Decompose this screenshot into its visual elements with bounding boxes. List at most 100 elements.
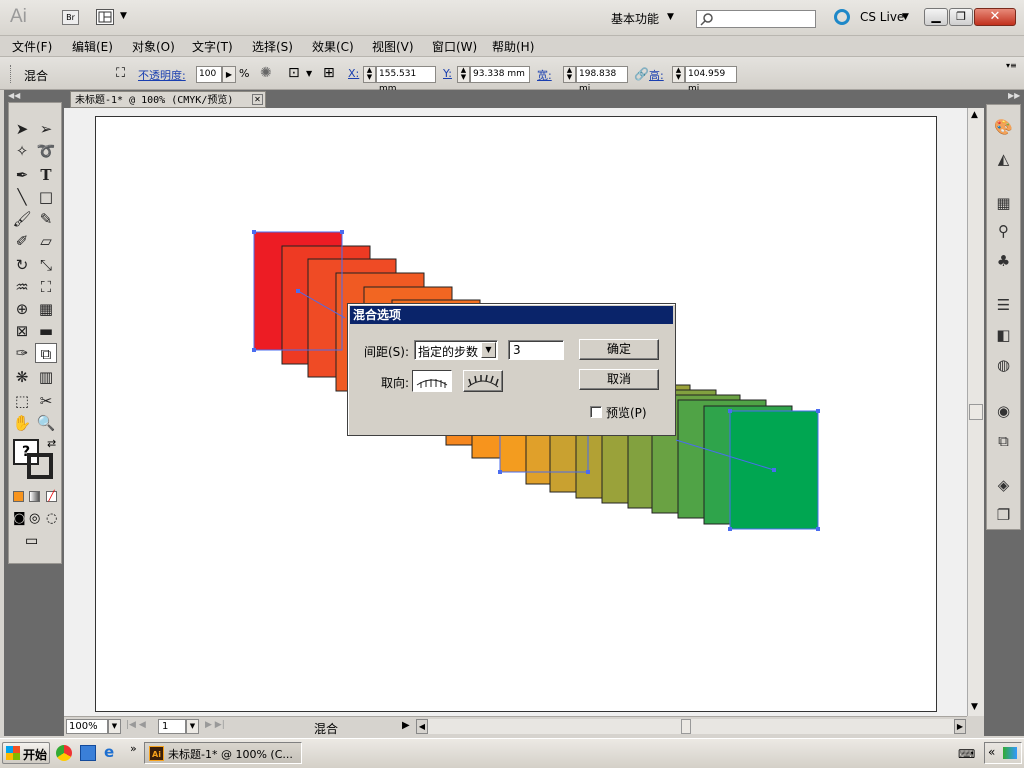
blob-brush-tool-icon[interactable]: ✐ bbox=[11, 231, 33, 251]
close-tab-icon[interactable]: ✕ bbox=[252, 94, 263, 105]
chevron-down-icon[interactable]: ▼ bbox=[902, 12, 909, 22]
x-stepper[interactable]: ▲ ▼ bbox=[363, 66, 376, 83]
chevron-down-icon[interactable]: ▼ bbox=[120, 11, 127, 21]
align-to-path-button[interactable] bbox=[463, 370, 503, 392]
opacity-label[interactable]: 不透明度: bbox=[138, 67, 186, 83]
swap-fill-stroke-icon[interactable]: ⇄ bbox=[47, 437, 56, 450]
height-field[interactable]: 104.959 mi bbox=[685, 66, 737, 94]
pen-tool-icon[interactable]: ✒ bbox=[11, 165, 33, 185]
keyboard-icon[interactable]: ⌨ bbox=[958, 747, 975, 761]
horizontal-scrollbar[interactable] bbox=[428, 719, 954, 734]
menu-select[interactable]: 选择(S) bbox=[252, 38, 293, 55]
menu-edit[interactable]: 编辑(E) bbox=[72, 38, 113, 55]
opacity-dropdown[interactable]: ▶ bbox=[222, 66, 236, 83]
recolor-icon[interactable]: ✺ bbox=[260, 65, 272, 81]
shape-builder-tool-icon[interactable]: ⊕ bbox=[11, 299, 33, 319]
y-stepper[interactable]: ▲ ▼ bbox=[457, 66, 470, 83]
height-label[interactable]: 高: bbox=[649, 67, 664, 83]
gradient-mode-icon[interactable] bbox=[29, 491, 40, 502]
x-label[interactable]: X: bbox=[348, 67, 359, 80]
blend-tool-icon[interactable]: ⧉ bbox=[35, 343, 57, 363]
hand-tool-icon[interactable]: ✋ bbox=[11, 413, 33, 433]
lasso-tool-icon[interactable]: ➰ bbox=[35, 141, 57, 161]
slice-tool-icon[interactable]: ✂ bbox=[35, 391, 57, 411]
direct-selection-tool-icon[interactable]: ➢ bbox=[35, 119, 57, 139]
menu-help[interactable]: 帮助(H) bbox=[492, 38, 534, 55]
width-field[interactable]: 198.838 mi bbox=[576, 66, 628, 94]
spacing-select[interactable]: 指定的步数 ▼ bbox=[414, 340, 498, 360]
cancel-button[interactable]: 取消 bbox=[579, 369, 659, 390]
panel-menu-icon[interactable]: ▾≡ bbox=[1006, 61, 1017, 70]
layers-panel-icon[interactable]: ◈ bbox=[987, 473, 1020, 497]
transform-icon[interactable]: ⊡ bbox=[288, 65, 300, 81]
rotate-tool-icon[interactable]: ↻ bbox=[11, 255, 33, 275]
search-input[interactable] bbox=[696, 10, 816, 28]
scale-tool-icon[interactable]: ⤡ bbox=[35, 255, 57, 275]
ok-button[interactable]: 确定 bbox=[579, 339, 659, 360]
dialog-title[interactable]: 混合选项 bbox=[350, 306, 673, 324]
vertical-scroll-thumb[interactable] bbox=[969, 404, 983, 420]
steps-input[interactable]: 3 bbox=[508, 340, 564, 360]
color-panel-icon[interactable]: 🎨 bbox=[987, 115, 1020, 139]
align-icon[interactable]: ⛶ bbox=[116, 66, 125, 81]
network-icon[interactable] bbox=[1003, 747, 1017, 759]
menu-window[interactable]: 窗口(W) bbox=[432, 38, 477, 55]
reference-point-icon[interactable]: ⊞ bbox=[323, 65, 335, 81]
minimize-button[interactable]: ▁ bbox=[924, 8, 948, 26]
swatches-panel-icon[interactable]: ▦ bbox=[987, 191, 1020, 215]
none-mode-icon[interactable]: ╱ bbox=[46, 491, 57, 502]
width-label[interactable]: 宽: bbox=[537, 67, 552, 83]
tab-document[interactable]: 未标题-1* @ 100% (CMYK/预览) ✕ bbox=[70, 91, 266, 108]
pencil-tool-icon[interactable]: ✎ bbox=[35, 209, 57, 229]
align-to-page-button[interactable] bbox=[412, 370, 452, 392]
artboard-dropdown[interactable]: ▼ bbox=[186, 719, 199, 734]
symbols-panel-icon[interactable]: ♣ bbox=[987, 249, 1020, 273]
eraser-tool-icon[interactable]: ▱ bbox=[35, 231, 57, 251]
perspective-grid-tool-icon[interactable]: ▦ bbox=[35, 299, 57, 319]
symbol-sprayer-tool-icon[interactable]: ❋ bbox=[11, 367, 33, 387]
zoom-tool-icon[interactable]: 🔍 bbox=[35, 413, 57, 433]
link-icon[interactable]: 🔗 bbox=[634, 67, 649, 81]
magic-wand-tool-icon[interactable]: ✧ bbox=[11, 141, 33, 161]
paintbrush-tool-icon[interactable]: 🖌 bbox=[11, 209, 33, 229]
menu-type[interactable]: 文字(T) bbox=[192, 38, 233, 55]
chevron-down-icon[interactable]: ▼ bbox=[481, 342, 496, 358]
screen-mode-icon[interactable]: ▭ bbox=[25, 533, 38, 549]
chevron-down-icon[interactable]: ▼ bbox=[306, 69, 312, 78]
artboards-panel-icon[interactable]: ❐ bbox=[987, 503, 1020, 527]
cs-live-button[interactable]: CS Live bbox=[860, 10, 904, 24]
draw-normal-icon[interactable]: ◙ bbox=[13, 511, 26, 526]
y-label[interactable]: Y: bbox=[443, 67, 452, 80]
preview-label[interactable]: 预览(P) bbox=[606, 404, 647, 421]
transparency-panel-icon[interactable]: ◍ bbox=[987, 353, 1020, 377]
internet-explorer-icon[interactable]: e bbox=[104, 743, 114, 761]
stroke-panel-icon[interactable]: ☰ bbox=[987, 293, 1020, 317]
type-tool-icon[interactable]: T bbox=[35, 165, 57, 185]
column-graph-tool-icon[interactable]: ▥ bbox=[35, 367, 57, 387]
taskbar-window-button[interactable]: Ai 未标题-1* @ 100% (C... bbox=[144, 742, 302, 764]
close-button[interactable]: ✕ bbox=[974, 8, 1016, 26]
height-stepper[interactable]: ▲ ▼ bbox=[672, 66, 685, 83]
y-field[interactable]: 93.338 mm bbox=[470, 66, 530, 83]
collapse-icon[interactable]: ◀◀ bbox=[8, 91, 20, 100]
next-artboard-icon[interactable]: ▶ ▶| bbox=[205, 720, 225, 730]
selection-tool-icon[interactable]: ➤ bbox=[11, 119, 33, 139]
chevron-down-icon[interactable]: ▼ bbox=[667, 12, 674, 22]
start-button[interactable]: 开始 bbox=[2, 742, 50, 764]
chrome-icon[interactable] bbox=[56, 745, 72, 761]
quick-launch-icon[interactable] bbox=[80, 745, 96, 761]
preview-checkbox[interactable] bbox=[590, 406, 602, 418]
scroll-right-icon[interactable]: ▶ bbox=[954, 719, 966, 734]
brushes-panel-icon[interactable]: ⚲ bbox=[987, 219, 1020, 243]
gradient-tool-icon[interactable]: ▬ bbox=[35, 321, 57, 341]
zoom-field[interactable]: 100% bbox=[66, 719, 108, 734]
expand-panels-icon[interactable]: ▶▶ bbox=[1008, 91, 1020, 100]
arrange-documents-icon[interactable] bbox=[96, 9, 114, 25]
status-menu-icon[interactable]: ▶ bbox=[402, 720, 410, 731]
grip[interactable] bbox=[10, 65, 13, 83]
zoom-dropdown[interactable]: ▼ bbox=[108, 719, 121, 734]
artboard-tool-icon[interactable]: ⬚ bbox=[11, 391, 33, 411]
menu-effect[interactable]: 效果(C) bbox=[312, 38, 354, 55]
taskbar-more-icon[interactable]: » bbox=[130, 742, 137, 755]
workspace-switcher[interactable]: 基本功能 bbox=[611, 10, 659, 27]
